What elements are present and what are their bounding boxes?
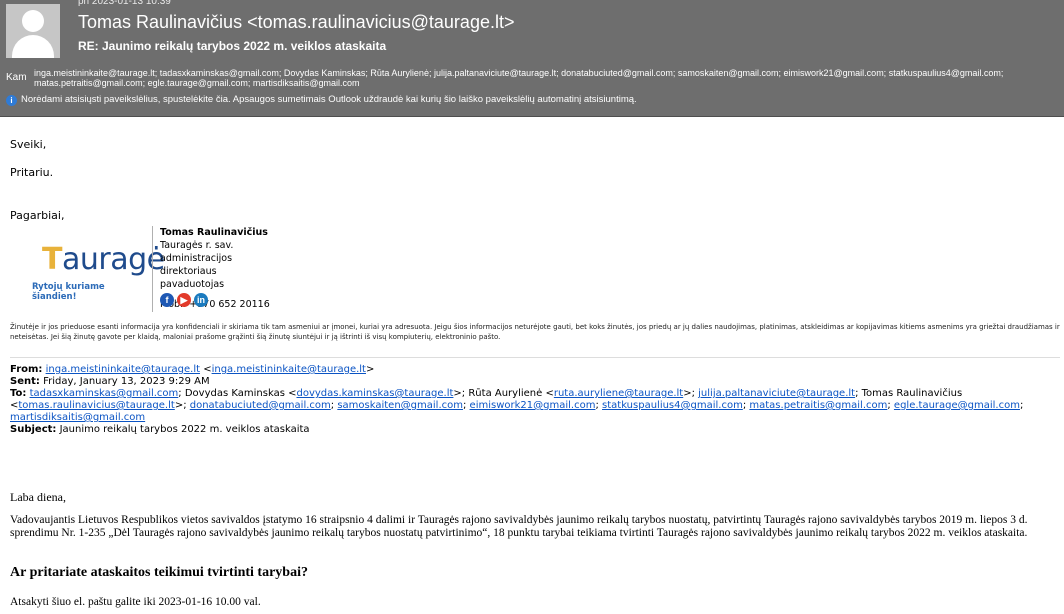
to-link[interactable]: samoskaiten@gmail.com [337,400,463,411]
youtube-icon[interactable]: ▶ [177,293,191,307]
forwarded-header: From: inga.meistininkaite@taurage.lt <in… [10,364,1024,435]
sender-avatar [6,4,60,58]
linkedin-icon[interactable]: in [194,293,208,307]
sender-name[interactable]: Tomas Raulinavičius <tomas.raulinavicius… [78,10,514,34]
original-paragraph: Vadovaujantis Lietuvos Respublikos vieto… [10,514,1028,539]
facebook-icon[interactable]: f [160,293,174,307]
signature-name: Tomas Raulinavičius [160,227,268,238]
to-link[interactable]: dovydas.kaminskas@taurage.lt [296,388,453,399]
sent-date: Friday, January 13, 2023 9:29 AM [43,376,210,387]
avatar-person-icon [22,10,44,32]
to-link[interactable]: martisdiksaitis@gmail.com [10,412,145,423]
reply-closing: Pagarbiai, [10,209,65,222]
to-label: Kam [6,72,27,83]
forwarded-subject: Jaunimo reikalų tarybos 2022 m. veiklos … [59,424,310,435]
to-link[interactable]: julija.paltanaviciute@taurage.lt [698,388,855,399]
original-question: Ar pritariate ataskaitos teikimui tvirti… [10,565,308,580]
info-icon: i [6,95,17,106]
to-link[interactable]: tomas.raulinavicius@taurage.lt [18,400,174,411]
social-links: f ▶ in [160,290,211,308]
to-link[interactable]: matas.petraitis@gmail.com [749,400,887,411]
signature-position: Tauragės r. sav. administracijos direkto… [160,240,234,277]
recipients-list[interactable]: inga.meistininkaite@taurage.lt; tadasxka… [34,68,1054,88]
to-link[interactable]: egle.taurage@gmail.com [894,400,1020,411]
reply-greeting: Sveiki, [10,138,47,151]
message-subject: RE: Jaunimo reikalų tarybos 2022 m. veik… [78,39,387,53]
message-date: pn 2023-01-13 10:39 [78,0,171,7]
to-link[interactable]: ruta.auryliene@taurage.lt [554,388,683,399]
email-signature: Tauragė Rytojų kuriame šiandien! Tomas R… [22,224,282,314]
reply-text: Pritariu. [10,166,54,179]
original-greeting: Laba diena, [10,490,66,504]
confidentiality-disclaimer: Žinutėje ir jos prieduose esanti informa… [10,323,1060,341]
to-link[interactable]: statkuspaulius4@gmail.com [602,400,743,411]
message-header: pn 2023-01-13 10:39 Tomas Raulinavičius … [0,0,1064,117]
to-link[interactable]: tadasxkaminskas@gmail.com [30,388,179,399]
download-images-infobar[interactable]: i Norėdami atsisiųsti paveikslėlius, spus… [6,92,1060,108]
separator [10,357,1060,358]
from-link[interactable]: inga.meistininkaite@taurage.lt [46,364,200,375]
taurage-logo: Tauragė Rytojų kuriame šiandien! [32,242,165,302]
from-link-bracket[interactable]: inga.meistininkaite@taurage.lt [212,364,366,375]
original-deadline: Atsakyti šiuo el. paštu galite iki 2023-… [10,596,261,608]
logo-tagline: Rytojų kuriame šiandien! [32,282,105,302]
to-link[interactable]: eimiswork21@gmail.com [470,400,596,411]
signature-divider [152,226,153,312]
to-link[interactable]: donatabuciuted@gmail.com [190,400,331,411]
